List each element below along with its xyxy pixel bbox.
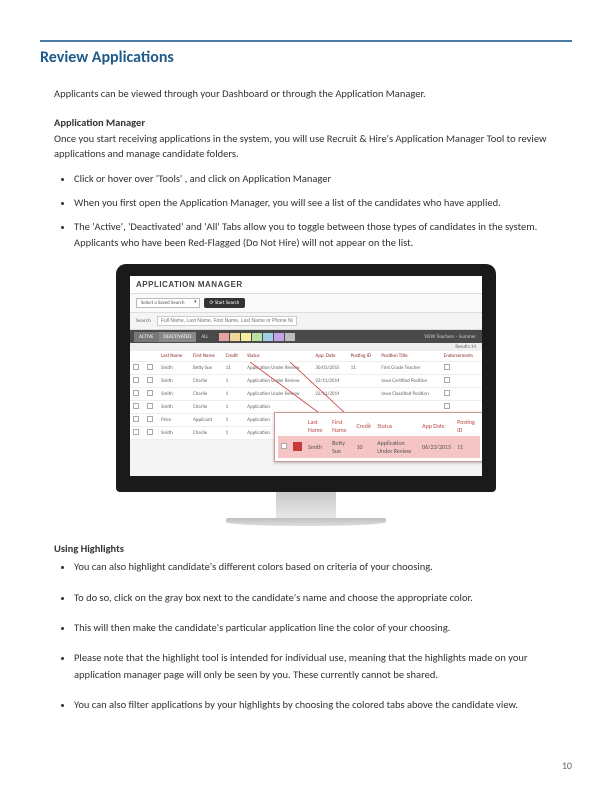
table-row[interactable]: SmithCharlie1Application Under Review22/… xyxy=(130,375,482,388)
highlighted-row: Smith Betty Sue 10 Application Under Rev… xyxy=(278,436,480,458)
chip-green[interactable] xyxy=(252,333,262,341)
col-firstname[interactable]: First Name xyxy=(190,351,223,362)
start-search-label: Start Search xyxy=(215,300,239,306)
bullet-list: When you first open the Application Mana… xyxy=(74,195,572,211)
chip-red[interactable] xyxy=(219,333,229,341)
col-credit[interactable]: Credit xyxy=(223,351,244,362)
app-manager-desc: Once you start receiving applications in… xyxy=(54,131,572,161)
row-highlight-box[interactable] xyxy=(147,416,153,422)
view-label: VIEW xyxy=(424,334,435,340)
col-lastname[interactable]: Last Name xyxy=(158,351,190,362)
row-checkbox[interactable] xyxy=(133,377,139,383)
intro-text: Applicants can be viewed through your Da… xyxy=(54,87,572,100)
col-postingid[interactable]: Posting ID xyxy=(348,351,379,362)
hl-bullet-1: You can also highlight candidate's diffe… xyxy=(74,559,572,575)
tab-active[interactable]: ACTIVE xyxy=(134,332,159,342)
row-checkbox[interactable] xyxy=(133,364,139,370)
tab-deactivated[interactable]: DEACTIVATED xyxy=(159,332,197,342)
col-position[interactable]: Position Title xyxy=(378,351,440,362)
col-status[interactable]: Status xyxy=(244,351,312,362)
row-checkbox[interactable] xyxy=(133,429,139,435)
hl-bullet-4: Please note that the highlight tool is i… xyxy=(74,650,572,683)
saved-search-select[interactable]: Select a Saved Search xyxy=(136,298,200,308)
tab-all[interactable]: ALL xyxy=(196,332,213,342)
hl-bullet-5: You can also filter applications by your… xyxy=(74,697,572,713)
highlight-callout: Last Name First Name Credit Status App D… xyxy=(274,412,482,462)
row-checkbox[interactable] xyxy=(133,390,139,396)
row-highlight-box[interactable] xyxy=(147,390,153,396)
row-highlight-box[interactable] xyxy=(147,429,153,435)
chip-gray[interactable] xyxy=(285,333,295,341)
chip-blue[interactable] xyxy=(263,333,273,341)
bullet-tabs: The 'Active', 'Deactivated' and 'All' Ta… xyxy=(74,219,572,251)
row-highlight-box[interactable] xyxy=(147,364,153,370)
chip-purple[interactable] xyxy=(274,333,284,341)
start-search-button[interactable]: ⟳ Start Search xyxy=(204,298,246,308)
screenshot-figure: APPLICATION MANAGER Select a Saved Searc… xyxy=(40,264,572,526)
row-checkbox[interactable] xyxy=(133,403,139,409)
col-appdate[interactable]: App. Date xyxy=(312,351,347,362)
highlights-heading: Using Highlights xyxy=(54,542,572,555)
hl-bullet-2: To do so, click on the gray box next to … xyxy=(74,590,572,606)
search-input[interactable] xyxy=(157,316,297,326)
row-highlight-box[interactable] xyxy=(147,377,153,383)
chip-yellow[interactable] xyxy=(241,333,251,341)
row-highlight-box[interactable] xyxy=(147,403,153,409)
results-count: Results 14 xyxy=(130,343,482,351)
chip-orange[interactable] xyxy=(230,333,240,341)
search-label: Search xyxy=(136,318,151,324)
table-row[interactable]: SmithCharlie1Application Under Review22/… xyxy=(130,388,482,401)
bullet-tools: Click or hover over 'Tools' , and click … xyxy=(74,171,572,187)
page-title: Review Applications xyxy=(40,48,572,67)
view-value[interactable]: Teachers – Summer xyxy=(436,334,476,340)
page-number: 10 xyxy=(562,759,572,772)
app-window-title: APPLICATION MANAGER xyxy=(130,276,482,293)
highlight-color-chips[interactable] xyxy=(219,333,295,341)
highlight-swatch[interactable] xyxy=(293,442,302,451)
app-manager-heading: Application Manager xyxy=(54,116,572,129)
table-row[interactable]: SmithBetty Sue11Application Under Review… xyxy=(130,362,482,375)
row-checkbox[interactable] xyxy=(133,416,139,422)
col-endorse[interactable]: Endorsements xyxy=(441,351,482,362)
row-checkbox[interactable] xyxy=(281,443,287,449)
hl-bullet-3: This will then make the candidate's part… xyxy=(74,620,572,636)
